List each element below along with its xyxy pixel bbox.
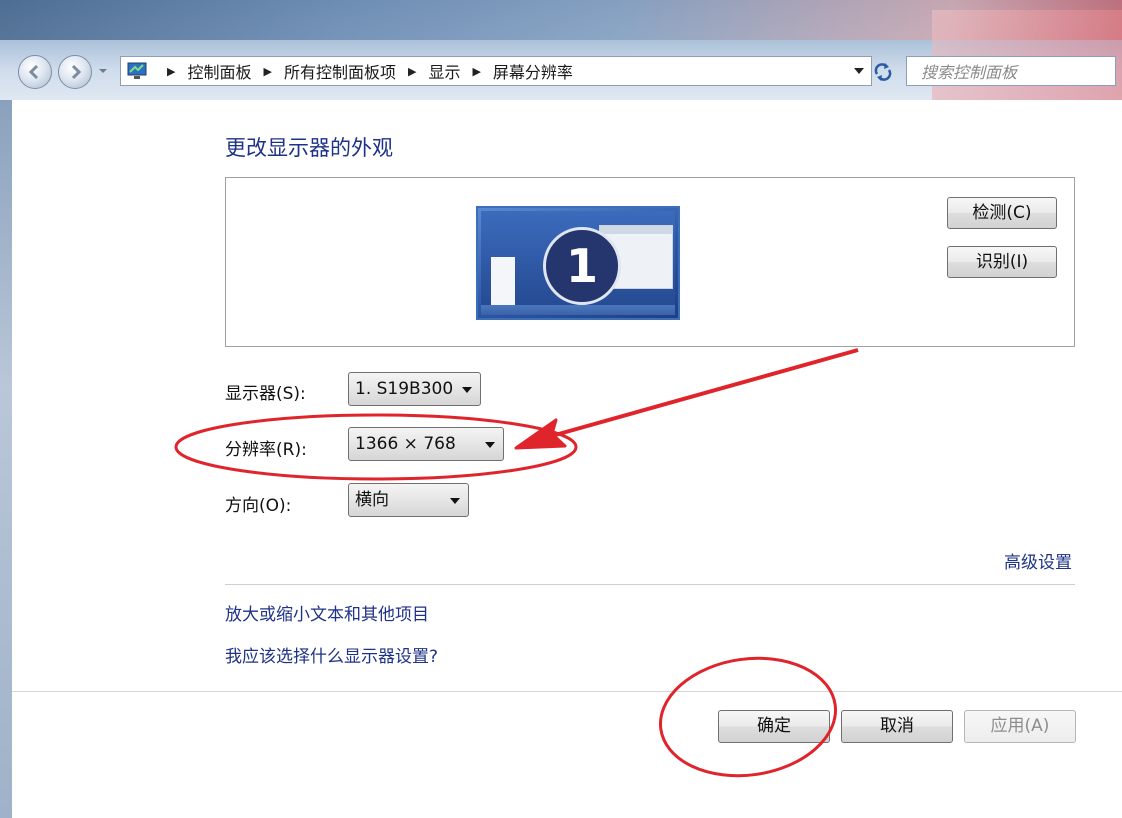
cancel-button[interactable]: 取消	[841, 710, 953, 743]
orientation-select[interactable]: 横向	[348, 483, 469, 517]
chevron-down-icon	[485, 442, 495, 448]
breadcrumb-item-display[interactable]: 显示	[428, 59, 460, 83]
breadcrumb-separator-icon[interactable]: ▶	[263, 65, 271, 78]
advanced-settings-link[interactable]: 高级设置	[1004, 548, 1072, 573]
display-select-value: 1. S19B300	[355, 379, 454, 399]
ok-button[interactable]: 确定	[718, 710, 830, 743]
monitor-number-badge: 1	[543, 227, 621, 305]
forward-button[interactable]	[58, 55, 92, 89]
monitor-screen: 1	[481, 211, 675, 315]
control-panel-icon	[127, 62, 147, 79]
monitor-start-menu-graphic	[491, 257, 515, 309]
monitor-thumbnail[interactable]: 1	[476, 206, 680, 320]
history-dropdown-icon[interactable]	[96, 64, 110, 78]
arrow-left-icon	[28, 64, 39, 80]
identify-button[interactable]: 识别(I)	[947, 246, 1057, 278]
content-pane: 更改显示器的外观 1 检测(C) 识别(I) 显示器(S): 1. S19B30…	[12, 100, 1122, 818]
divider	[225, 584, 1075, 585]
display-label: 显示器(S):	[225, 384, 306, 404]
monitor-taskbar-graphic	[481, 305, 675, 315]
chevron-down-icon	[450, 498, 460, 504]
display-select[interactable]: 1. S19B300	[348, 372, 481, 406]
orientation-select-value: 横向	[355, 490, 389, 510]
display-preview-area: 1 检测(C) 识别(I)	[225, 177, 1075, 347]
breadcrumb-separator-icon[interactable]: ▶	[408, 65, 416, 78]
resolution-label: 分辨率(R):	[225, 440, 307, 460]
refresh-icon[interactable]	[868, 58, 898, 86]
address-bar[interactable]: ▶ 控制面板 ▶ 所有控制面板项 ▶ 显示 ▶ 屏幕分辨率	[120, 56, 872, 86]
resolution-select[interactable]: 1366 × 768	[348, 427, 504, 461]
page-title: 更改显示器的外观	[225, 136, 393, 160]
orientation-label: 方向(O):	[225, 496, 292, 516]
display-settings-help-link[interactable]: 我应该选择什么显示器设置?	[225, 642, 438, 667]
search-input[interactable]	[919, 58, 1103, 86]
breadcrumb: ▶ 控制面板 ▶ 所有控制面板项 ▶ 显示 ▶ 屏幕分辨率	[155, 57, 573, 85]
breadcrumb-item-all-items[interactable]: 所有控制面板项	[284, 59, 396, 83]
apply-button[interactable]: 应用(A)	[964, 710, 1076, 743]
footer-divider	[12, 691, 1122, 692]
address-dropdown-icon[interactable]	[853, 67, 865, 75]
window-left-edge	[0, 100, 12, 818]
back-button[interactable]	[18, 55, 52, 89]
search-box[interactable]	[906, 56, 1116, 86]
breadcrumb-item-screen-resolution[interactable]: 屏幕分辨率	[493, 59, 573, 83]
resolution-select-value: 1366 × 768	[355, 434, 456, 454]
detect-button[interactable]: 检测(C)	[947, 197, 1057, 229]
chevron-down-icon	[462, 387, 472, 393]
text-size-link[interactable]: 放大或缩小文本和其他项目	[225, 600, 429, 625]
navigation-bar: ▶ 控制面板 ▶ 所有控制面板项 ▶ 显示 ▶ 屏幕分辨率	[12, 50, 1122, 94]
breadcrumb-separator-icon[interactable]: ▶	[167, 65, 175, 78]
breadcrumb-item-control-panel[interactable]: 控制面板	[187, 59, 251, 83]
arrow-right-icon	[71, 64, 82, 80]
breadcrumb-separator-icon[interactable]: ▶	[472, 65, 480, 78]
